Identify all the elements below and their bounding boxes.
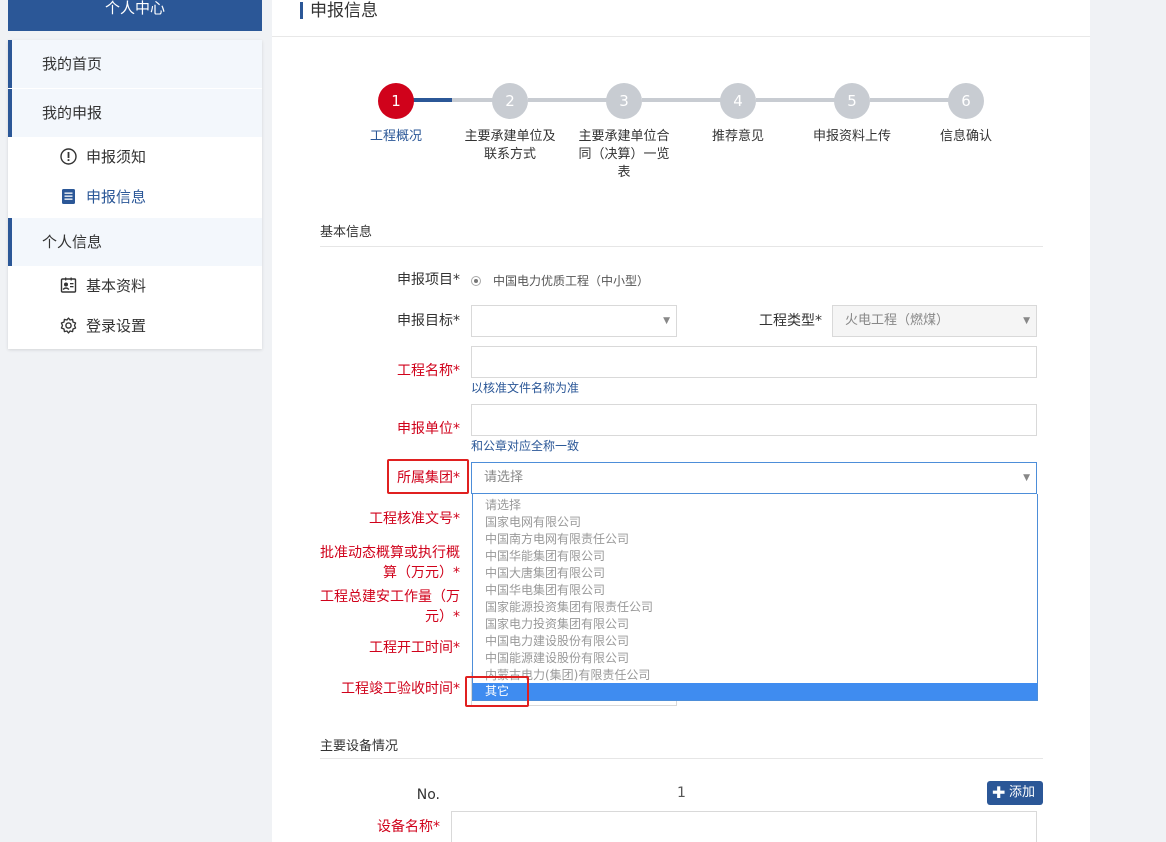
dropdown-option[interactable]: 中国华能集团有限公司 — [473, 548, 1037, 565]
name-input[interactable] — [471, 346, 1037, 378]
unit-label: 申报单位* — [397, 421, 460, 437]
step-2-label: 主要承建单位及联系方式 — [464, 129, 556, 162]
equipment-no-value: 1 — [677, 785, 686, 801]
sidebar-item-basic-profile[interactable]: 基本资料 — [8, 266, 262, 306]
add-equipment-button[interactable]: ✚ 添加 — [987, 781, 1043, 805]
document-list-icon — [62, 189, 75, 204]
project-radio[interactable] — [471, 276, 481, 286]
group-dropdown-list: 请选择 国家电网有限公司 中国南方电网有限责任公司 中国华能集团有限公司 中国大… — [472, 494, 1038, 701]
step-4-circle[interactable]: 4 — [720, 83, 756, 119]
project-option-label: 中国电力优质工程（中小型） — [493, 274, 650, 288]
section-divider — [320, 246, 1043, 247]
unit-input[interactable] — [471, 404, 1037, 436]
sidebar-item-label: 申报须知 — [86, 148, 147, 166]
sidebar-item-login-settings[interactable]: 登录设置 — [8, 306, 262, 346]
section-divider — [320, 758, 1043, 759]
sidebar-item-application-info[interactable]: 申报信息 — [8, 177, 262, 217]
page-title: 申报信息 — [310, 1, 378, 21]
chevron-down-icon: ▼ — [663, 316, 670, 326]
group-label-highlight — [387, 459, 469, 494]
step-1-circle[interactable]: 1 — [378, 83, 414, 119]
project-label: 申报项目* — [397, 272, 460, 288]
step-2-circle[interactable]: 2 — [492, 83, 528, 119]
dropdown-option[interactable]: 国家电网有限公司 — [473, 514, 1037, 531]
section-title-basic-info: 基本信息 — [320, 225, 373, 240]
chevron-down-icon: ▼ — [1023, 316, 1030, 326]
step-1-label: 工程概况 — [369, 129, 422, 144]
dropdown-option[interactable]: 内蒙古电力(集团)有限责任公司 — [473, 667, 1037, 684]
step-5-label: 申报资料上传 — [812, 129, 891, 144]
step-6-label: 信息确认 — [939, 129, 992, 144]
name-label: 工程名称* — [397, 363, 460, 379]
step-5-circle[interactable]: 5 — [834, 83, 870, 119]
dropdown-option[interactable]: 中国南方电网有限责任公司 — [473, 531, 1037, 548]
equipment-name-label: 设备名称* — [377, 819, 440, 835]
dropdown-option[interactable]: 国家电力投资集团有限公司 — [473, 616, 1037, 633]
sidebar-item-label: 申报信息 — [86, 188, 147, 206]
step-3-circle[interactable]: 3 — [606, 83, 642, 119]
plus-icon: ✚ — [992, 783, 1006, 802]
dropdown-option[interactable]: 中国能源建设股份有限公司 — [473, 650, 1037, 667]
target-select[interactable]: ▼ — [471, 305, 677, 337]
name-hint: 以核准文件名称为准 — [471, 381, 580, 395]
dropdown-option[interactable]: 中国华电集团有限公司 — [473, 582, 1037, 599]
step-3-label: 主要承建单位合同（决算）一览表 — [578, 129, 670, 180]
sidebar-item-my-applications[interactable]: 我的申报 — [8, 89, 262, 137]
dropdown-option[interactable]: 国家能源投资集团有限责任公司 — [473, 599, 1037, 616]
workload-label: 工程总建安工作量（万 元）* — [320, 589, 460, 625]
gear-icon — [60, 317, 77, 334]
equipment-name-input[interactable] — [451, 811, 1037, 842]
step-4-label: 推荐意见 — [711, 129, 764, 144]
dropdown-option[interactable]: 请选择 — [473, 497, 1037, 514]
type-label: 工程类型* — [759, 313, 822, 329]
approval-label: 工程核准文号* — [369, 511, 460, 527]
start-date-label: 工程开工时间* — [369, 640, 460, 656]
sidebar-item-label: 基本资料 — [86, 277, 147, 295]
finish-date-label: 工程竣工验收时间* — [341, 681, 460, 697]
id-card-icon — [60, 277, 77, 293]
section-title-equipment: 主要设备情况 — [320, 739, 399, 754]
main-header: 申报信息 — [272, 0, 1090, 37]
title-accent-bar — [300, 2, 303, 19]
dropdown-option-selected[interactable]: 其它 — [473, 683, 1037, 700]
chevron-down-icon: ▼ — [1023, 473, 1030, 483]
dropdown-option[interactable]: 中国电力建设股份有限公司 — [473, 633, 1037, 650]
dropdown-option[interactable]: 中国大唐集团有限公司 — [473, 565, 1037, 582]
selected-option-highlight — [465, 676, 529, 707]
step-6-circle[interactable]: 6 — [948, 83, 984, 119]
budget-label: 批准动态概算或执行概 算（万元）* — [320, 545, 460, 581]
target-label: 申报目标* — [397, 313, 460, 329]
sidebar-header: 个人中心 — [8, 0, 262, 31]
type-select[interactable]: 火电工程（燃煤） ▼ — [832, 305, 1037, 337]
sidebar-item-label: 登录设置 — [86, 317, 147, 335]
sidebar-item-personal-info[interactable]: 个人信息 — [8, 218, 262, 266]
equipment-no-label: No. — [416, 787, 440, 803]
main-panel: 申报信息 1 2 3 4 5 6 工程概况 主要承建单位及联系方式 主要承建单位… — [272, 0, 1090, 842]
group-select[interactable]: 请选择 ▼ — [471, 462, 1037, 494]
sidebar-menu: 我的首页 我的申报 申报须知 申报信息 个人信息 基本资料 登录设置 — [8, 40, 262, 349]
unit-hint: 和公章对应全称一致 — [471, 439, 580, 453]
exclamation-circle-icon — [60, 148, 77, 165]
sidebar-item-notice[interactable]: 申报须知 — [8, 137, 262, 177]
sidebar-item-home[interactable]: 我的首页 — [8, 40, 262, 88]
